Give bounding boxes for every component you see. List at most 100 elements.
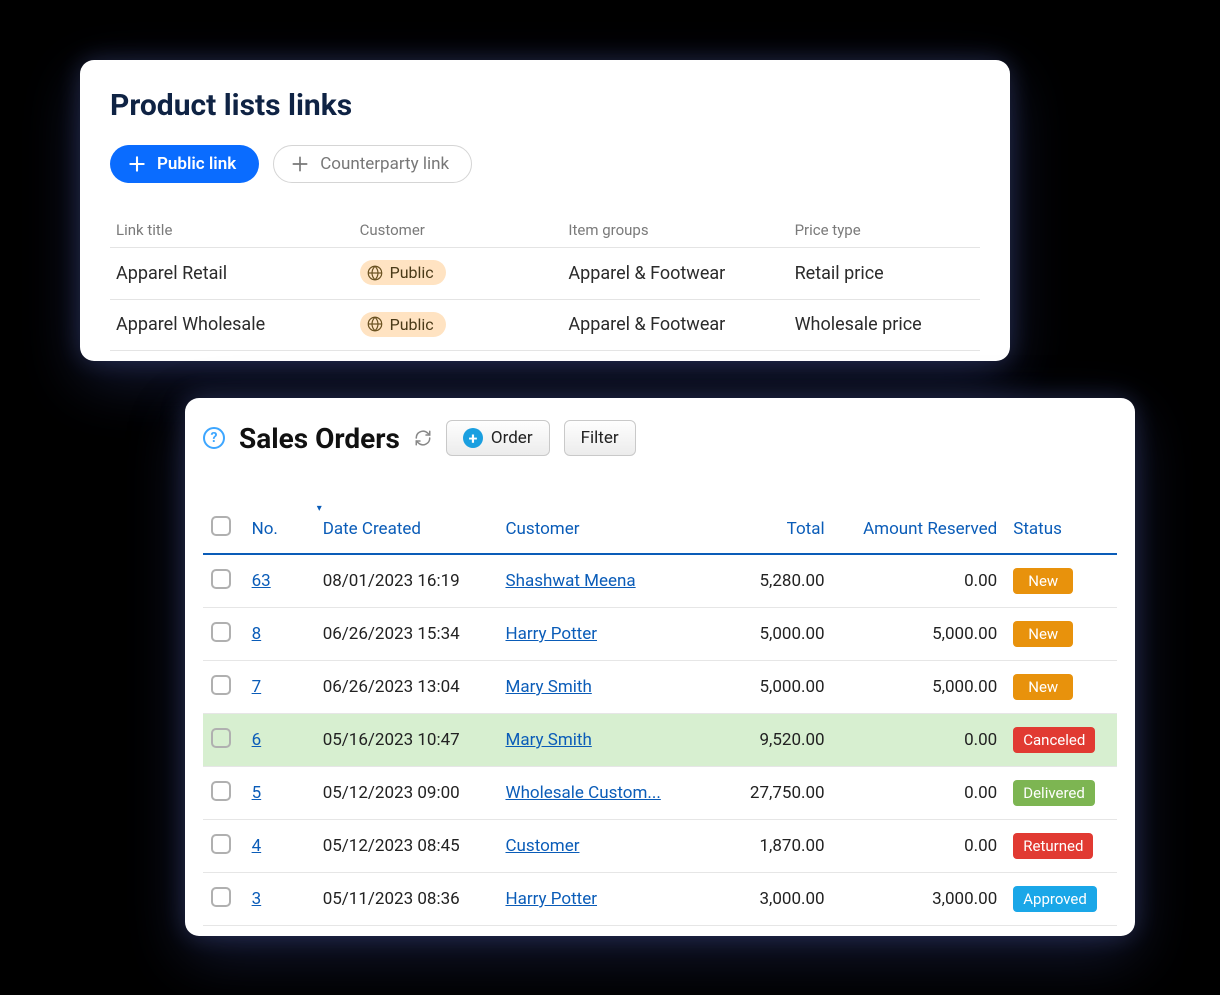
cell-customer: Mary Smith (497, 714, 710, 767)
cell-status: Canceled (1005, 714, 1117, 767)
cell-reserved: 0.00 (833, 820, 1006, 873)
counterparty-link-button[interactable]: Counterparty link (273, 145, 472, 183)
cell-status: Delivered (1005, 767, 1117, 820)
cell-checkbox (203, 608, 244, 661)
col-link-title[interactable]: Link title (110, 213, 354, 248)
status-badge: New (1013, 674, 1073, 700)
public-badge-label: Public (390, 315, 434, 334)
cell-price-type: Wholesale price (789, 299, 980, 351)
cell-status: New (1005, 661, 1117, 714)
col-customer[interactable]: Customer (497, 504, 710, 554)
cell-date: 05/11/2023 08:36 (315, 873, 498, 926)
row-checkbox[interactable] (211, 622, 231, 642)
cell-total: 27,750.00 (711, 767, 833, 820)
cell-no: 4 (244, 820, 315, 873)
public-badge: Public (360, 312, 446, 337)
col-total[interactable]: Total (711, 504, 833, 554)
cell-customer: Public (354, 299, 563, 351)
row-checkbox[interactable] (211, 887, 231, 907)
table-row[interactable]: 405/12/2023 08:45Customer1,870.000.00Ret… (203, 820, 1117, 873)
cell-reserved: 3,000.00 (833, 873, 1006, 926)
filter-button[interactable]: Filter (564, 420, 636, 456)
customer-link[interactable]: Harry Potter (505, 624, 597, 644)
row-checkbox[interactable] (211, 675, 231, 695)
order-no-link[interactable]: 5 (252, 783, 262, 803)
sales-orders-header: ? Sales Orders + Order Filter (203, 420, 1117, 456)
row-checkbox[interactable] (211, 569, 231, 589)
row-checkbox[interactable] (211, 728, 231, 748)
cell-reserved: 0.00 (833, 714, 1006, 767)
cell-reserved: 5,000.00 (833, 608, 1006, 661)
customer-link[interactable]: Wholesale Custom... (505, 783, 660, 803)
table-row[interactable]: 605/16/2023 10:47Mary Smith9,520.000.00C… (203, 714, 1117, 767)
cell-customer: Harry Potter (497, 608, 710, 661)
cell-status: Approved (1005, 873, 1117, 926)
public-link-button[interactable]: Public link (110, 145, 259, 183)
table-row[interactable]: Apparel RetailPublicApparel & FootwearRe… (110, 248, 980, 300)
order-no-link[interactable]: 4 (252, 836, 262, 856)
col-checkbox[interactable] (203, 504, 244, 554)
product-lists-panel: Product lists links Public link Counterp… (80, 60, 1010, 361)
cell-no: 7 (244, 661, 315, 714)
customer-link[interactable]: Shashwat Meena (505, 571, 635, 591)
customer-link[interactable]: Customer (505, 836, 579, 856)
product-lists-buttons: Public link Counterparty link (110, 145, 980, 183)
cell-status: Returned (1005, 820, 1117, 873)
cell-link-title: Apparel Wholesale (110, 299, 354, 351)
table-row[interactable]: 6308/01/2023 16:19Shashwat Meena5,280.00… (203, 554, 1117, 608)
table-row[interactable]: 806/26/2023 15:34Harry Potter5,000.005,0… (203, 608, 1117, 661)
customer-link[interactable]: Mary Smith (505, 677, 591, 697)
plus-circle-icon: + (463, 428, 483, 448)
customer-link[interactable]: Harry Potter (505, 889, 597, 909)
col-customer[interactable]: Customer (354, 213, 563, 248)
help-icon[interactable]: ? (203, 427, 225, 449)
table-row[interactable]: 5 05/12/2023 09:00 Wholesale Custom... 27,7… (203, 767, 1117, 820)
cell-customer: Shashwat Meena (497, 554, 710, 608)
table-row[interactable]: 706/26/2023 13:04Mary Smith5,000.005,000… (203, 661, 1117, 714)
col-price-type[interactable]: Price type (789, 213, 980, 248)
status-badge: Canceled (1013, 727, 1095, 753)
row-checkbox[interactable] (211, 834, 231, 854)
table-row[interactable]: 305/11/2023 08:36Harry Potter3,000.003,0… (203, 873, 1117, 926)
status-badge: Returned (1013, 833, 1093, 859)
col-status[interactable]: Status (1005, 504, 1117, 554)
cell-no: 63 (244, 554, 315, 608)
col-amount-reserved[interactable]: Amount Reserved (833, 504, 1006, 554)
order-no-link[interactable]: 63 (252, 571, 271, 591)
row-checkbox[interactable] (211, 781, 231, 801)
plus-icon (127, 154, 147, 174)
cell-total: 5,280.00 (711, 554, 833, 608)
order-no-link[interactable]: 6 (252, 730, 262, 750)
sales-orders-panel: ? Sales Orders + Order Filter No. Date C… (185, 398, 1135, 936)
cell-checkbox (203, 873, 244, 926)
status-badge: Delivered (1013, 780, 1095, 806)
order-no-link[interactable]: 8 (252, 624, 262, 644)
cell-total: 1,870.00 (711, 820, 833, 873)
order-no-link[interactable]: 7 (252, 677, 262, 697)
cell-price-type: Retail price (789, 248, 980, 300)
order-no-link[interactable]: 3 (252, 889, 262, 909)
col-no[interactable]: No. (244, 504, 315, 554)
cell-checkbox (203, 661, 244, 714)
cell-checkbox (203, 820, 244, 873)
cell-reserved: 0.00 (833, 767, 1006, 820)
cell-no: 6 (244, 714, 315, 767)
cell-no: 5 (244, 767, 315, 820)
sales-orders-table: No. Date Created Customer Total Amount R… (203, 504, 1117, 926)
cell-date: 06/26/2023 13:04 (315, 661, 498, 714)
table-row[interactable]: Apparel WholesalePublicApparel & Footwea… (110, 299, 980, 351)
select-all-checkbox[interactable] (211, 516, 231, 536)
cell-date: 05/12/2023 09:00 (315, 767, 498, 820)
customer-link[interactable]: Mary Smith (505, 730, 591, 750)
col-date-created[interactable]: Date Created (315, 504, 498, 554)
refresh-icon[interactable] (414, 429, 432, 447)
order-button-label: Order (491, 428, 533, 448)
cell-item-groups: Apparel & Footwear (562, 248, 788, 300)
order-button[interactable]: + Order (446, 420, 550, 456)
cell-customer: Harry Potter (497, 873, 710, 926)
cell-total: 5,000.00 (711, 661, 833, 714)
col-item-groups[interactable]: Item groups (562, 213, 788, 248)
public-badge-label: Public (390, 263, 434, 282)
cell-status: New (1005, 554, 1117, 608)
globe-icon (366, 315, 384, 333)
